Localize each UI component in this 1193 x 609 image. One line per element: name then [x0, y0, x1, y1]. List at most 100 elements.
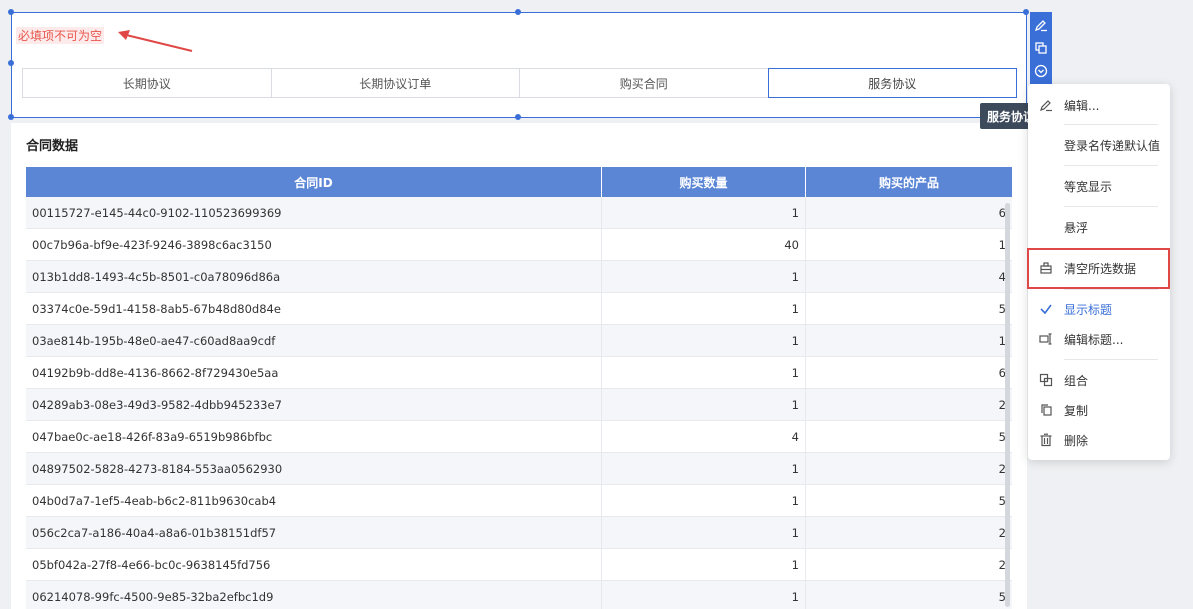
column-header-product[interactable]: 购买的产品: [806, 167, 1012, 197]
cell-product: 6: [998, 205, 1006, 220]
menu-divider: [1064, 206, 1158, 207]
cell-quantity: 1: [602, 293, 806, 324]
cell-product: 2: [998, 525, 1006, 540]
menu-item-label: 复制: [1064, 403, 1089, 418]
chevron-down-icon[interactable]: [1034, 64, 1048, 78]
cell-product: 2: [998, 557, 1006, 572]
menu-item-login-default[interactable]: 登录名传递默认值: [1028, 131, 1170, 159]
menu-item-edit[interactable]: 编辑...: [1028, 91, 1170, 119]
cell-contract-id: 03ae814b-195b-48e0-ae47-c60ad8aa9cdf: [26, 325, 602, 356]
menu-item-edit-title[interactable]: 编辑标题...: [1028, 325, 1170, 353]
menu-item-copy[interactable]: 复制: [1028, 396, 1170, 424]
table-row[interactable]: 056c2ca7-a186-40a4-a8a6-01b38151df57 1 2: [26, 517, 1012, 549]
menu-divider: [1064, 124, 1158, 125]
cell-product: 1: [998, 237, 1006, 252]
cell-product: 2: [998, 397, 1006, 412]
table-row[interactable]: 047bae0c-ae18-426f-83a9-6519b986bfbc 4 5: [26, 421, 1012, 453]
cell-quantity: 40: [602, 229, 806, 260]
widget-toolbar: [1030, 12, 1052, 84]
cell-product: 5: [998, 589, 1006, 604]
tab-widget[interactable]: 必填项不可为空 长期协议 长期协议订单 购买合同 服务协议: [8, 9, 1029, 120]
table-row[interactable]: 06214078-99fc-4500-9e85-32ba2efbc1d9 1 5: [26, 581, 1012, 609]
panel-title: 合同数据: [26, 139, 79, 154]
tab-purchase-contract[interactable]: 购买合同: [519, 68, 769, 98]
table-body: 00115727-e145-44c0-9102-110523699369 1 6 00…: [26, 197, 1012, 609]
cell-contract-id: 03374c0e-59d1-4158-8ab5-67b48d80d84e: [26, 293, 602, 324]
tab-long-term-agreement-order[interactable]: 长期协议订单: [270, 68, 520, 98]
resize-handle[interactable]: [8, 114, 14, 120]
menu-item-label: 等宽显示: [1064, 179, 1113, 194]
menu-divider: [1064, 359, 1158, 360]
table-row[interactable]: 00c7b96a-bf9e-423f-9246-3898c6ac3150 40 1: [26, 229, 1012, 261]
table-row[interactable]: 04b0d7a7-1ef5-4eab-b6c2-811b9630cab4 1 5: [26, 485, 1012, 517]
cell-quantity: 1: [602, 453, 806, 484]
cell-contract-id: 047bae0c-ae18-426f-83a9-6519b986bfbc: [26, 421, 602, 452]
table-row[interactable]: 04192b9b-dd8e-4136-8662-8f729430e5aa 1 6: [26, 357, 1012, 389]
menu-item-equal-width[interactable]: 等宽显示: [1028, 172, 1170, 200]
menu-item-label: 组合: [1064, 373, 1089, 388]
contract-table: 合同ID 购买数量 购买的产品 00115727-e145-44c0-9102-…: [26, 167, 1012, 609]
table-row[interactable]: 013b1dd8-1493-4c5b-8501-c0a78096d86a 1 4: [26, 261, 1012, 293]
cell-quantity: 1: [602, 389, 806, 420]
table-row[interactable]: 05bf042a-27f8-4e66-bc0c-9638145fd756 1 2: [26, 549, 1012, 581]
resize-handle[interactable]: [8, 9, 14, 15]
cell-contract-id: 00115727-e145-44c0-9102-110523699369: [26, 197, 602, 228]
cell-quantity: 1: [602, 485, 806, 516]
cell-product: 4: [998, 269, 1006, 284]
table-row[interactable]: 03374c0e-59d1-4158-8ab5-67b48d80d84e 1 5: [26, 293, 1012, 325]
menu-item-label: 删除: [1064, 433, 1089, 448]
edit-icon[interactable]: [1034, 18, 1048, 32]
cell-quantity: 1: [602, 261, 806, 292]
copy-icon: [1028, 403, 1064, 417]
resize-handle[interactable]: [515, 9, 521, 15]
edit-icon: [1028, 98, 1064, 112]
menu-item-show-title[interactable]: 显示标题: [1028, 295, 1170, 323]
cell-product: 1: [998, 333, 1006, 348]
edit-title-icon: [1028, 332, 1064, 346]
table-row[interactable]: 03ae814b-195b-48e0-ae47-c60ad8aa9cdf 1 1: [26, 325, 1012, 357]
required-error-tip: 必填项不可为空: [16, 27, 105, 44]
menu-item-label: 悬浮: [1064, 220, 1089, 235]
table-row[interactable]: 00115727-e145-44c0-9102-110523699369 1 6: [26, 197, 1012, 229]
cell-quantity: 1: [602, 549, 806, 580]
menu-item-label: 登录名传递默认值: [1064, 138, 1161, 153]
tab-service-agreement[interactable]: 服务协议: [767, 68, 1017, 98]
cell-contract-id: 013b1dd8-1493-4c5b-8501-c0a78096d86a: [26, 261, 602, 292]
cell-contract-id: 04192b9b-dd8e-4136-8662-8f729430e5aa: [26, 357, 602, 388]
check-icon: [1028, 302, 1064, 316]
column-header-quantity[interactable]: 购买数量: [602, 167, 806, 197]
menu-item-float[interactable]: 悬浮: [1028, 213, 1170, 241]
table-header: 合同ID 购买数量 购买的产品: [26, 167, 1012, 197]
menu-divider: [1064, 289, 1158, 290]
cell-contract-id: 04897502-5828-4273-8184-553aa0562930: [26, 453, 602, 484]
cell-contract-id: 04289ab3-08e3-49d3-9582-4dbb945233e7: [26, 389, 602, 420]
cell-quantity: 1: [602, 325, 806, 356]
group-icon: [1028, 373, 1064, 387]
copy-icon[interactable]: [1034, 41, 1048, 55]
annotation-highlight-box: [1027, 248, 1170, 289]
cell-product: 2: [998, 461, 1006, 476]
table-scrollbar[interactable]: [1005, 203, 1010, 607]
menu-item-label: 编辑标题...: [1064, 332, 1124, 347]
menu-item-label: 编辑...: [1064, 98, 1100, 113]
cell-quantity: 1: [602, 581, 806, 609]
resize-handle[interactable]: [8, 60, 14, 66]
tab-long-term-agreement[interactable]: 长期协议: [22, 68, 272, 98]
cell-contract-id: 05bf042a-27f8-4e66-bc0c-9638145fd756: [26, 549, 602, 580]
cell-quantity: 1: [602, 517, 806, 548]
table-row[interactable]: 04897502-5828-4273-8184-553aa0562930 1 2: [26, 453, 1012, 485]
resize-handle[interactable]: [1023, 9, 1029, 15]
menu-item-delete[interactable]: 删除: [1028, 426, 1170, 454]
annotation-arrow-icon: [118, 30, 193, 52]
table-row[interactable]: 04289ab3-08e3-49d3-9582-4dbb945233e7 1 2: [26, 389, 1012, 421]
cell-contract-id: 00c7b96a-bf9e-423f-9246-3898c6ac3150: [26, 229, 602, 260]
resize-handle[interactable]: [515, 114, 521, 120]
menu-divider: [1064, 165, 1158, 166]
cell-quantity: 1: [602, 197, 806, 228]
column-header-contract-id[interactable]: 合同ID: [26, 167, 602, 197]
tab-bar: 长期协议 长期协议订单 购买合同 服务协议: [22, 68, 1017, 98]
cell-product: 5: [998, 429, 1006, 444]
cell-contract-id: 04b0d7a7-1ef5-4eab-b6c2-811b9630cab4: [26, 485, 602, 516]
cell-quantity: 1: [602, 357, 806, 388]
menu-item-group[interactable]: 组合: [1028, 366, 1170, 394]
